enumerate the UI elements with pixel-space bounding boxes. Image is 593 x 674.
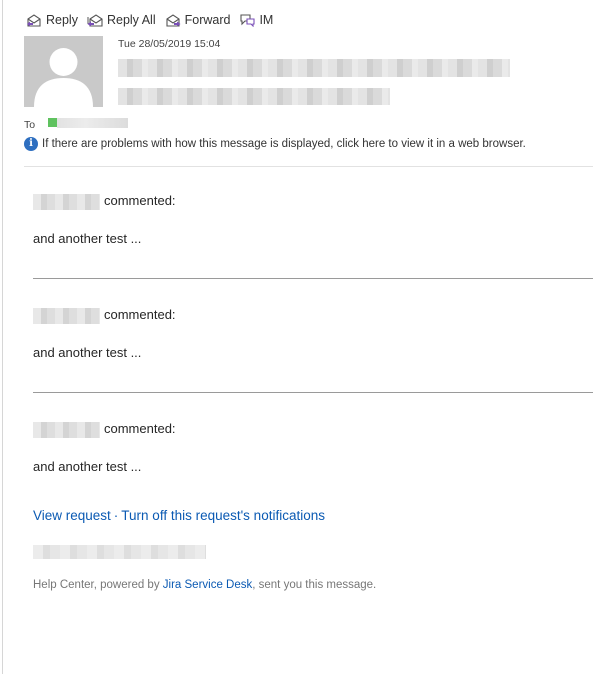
redacted-author: [33, 193, 100, 210]
forward-label: Forward: [184, 13, 231, 27]
redacted-footer-line: [33, 545, 206, 559]
message-toolbar: Reply Reply All Forward IM: [26, 10, 273, 30]
redacted-author: [33, 307, 100, 324]
reply-icon: [27, 14, 41, 27]
reading-pane-border: [2, 0, 3, 674]
comment-author-line: commented:: [33, 421, 176, 438]
display-problem-infobar[interactable]: i If there are problems with how this me…: [24, 137, 526, 151]
reply-button[interactable]: Reply: [26, 13, 78, 27]
info-icon: i: [24, 137, 38, 151]
presence-indicator: [48, 118, 57, 127]
comment-text: and another test ...: [33, 231, 142, 246]
view-request-link[interactable]: View request: [33, 508, 111, 523]
comment-action: commented:: [104, 307, 176, 322]
comment-divider: [33, 278, 593, 279]
redacted-author: [33, 421, 100, 438]
comment-text: and another test ...: [33, 345, 142, 360]
comment-author-line: commented:: [33, 193, 176, 210]
infobar-text: If there are problems with how this mess…: [42, 138, 526, 150]
comment-action: commented:: [104, 421, 176, 436]
reply-all-icon: [87, 14, 103, 27]
reply-label: Reply: [46, 13, 78, 27]
chat-icon: [240, 14, 256, 27]
comment-text: and another test ...: [33, 459, 142, 474]
im-button[interactable]: IM: [239, 13, 273, 27]
comment-action: commented:: [104, 193, 176, 208]
im-label: IM: [259, 13, 274, 27]
comment-divider: [33, 392, 593, 393]
sent-date: Tue 28/05/2019 15:04: [118, 38, 221, 50]
turn-off-notifications-link[interactable]: Turn off this request's notifications: [121, 508, 325, 523]
redacted-sender: [118, 59, 510, 77]
request-links: View request · Turn off this request's not…: [33, 508, 325, 523]
comment-author-line: commented:: [33, 307, 176, 324]
forward-button[interactable]: Forward: [165, 13, 231, 27]
forward-icon: [166, 14, 181, 27]
reply-all-label: Reply All: [106, 13, 156, 27]
redacted-subject: [118, 88, 390, 105]
footer-note: Help Center, powered by Jira Service Des…: [33, 579, 376, 591]
footer-prefix: Help Center, powered by: [33, 579, 163, 591]
redacted-recipient[interactable]: [57, 118, 128, 128]
person-silhouette-icon: [34, 48, 93, 107]
header-divider: [24, 166, 593, 167]
reply-all-button[interactable]: Reply All: [87, 13, 156, 27]
footer-suffix: , sent you this message.: [252, 579, 377, 591]
to-label: To: [24, 119, 36, 131]
sender-avatar: [24, 36, 103, 107]
jira-service-desk-link[interactable]: Jira Service Desk: [163, 579, 252, 591]
link-separator: ·: [113, 508, 119, 523]
